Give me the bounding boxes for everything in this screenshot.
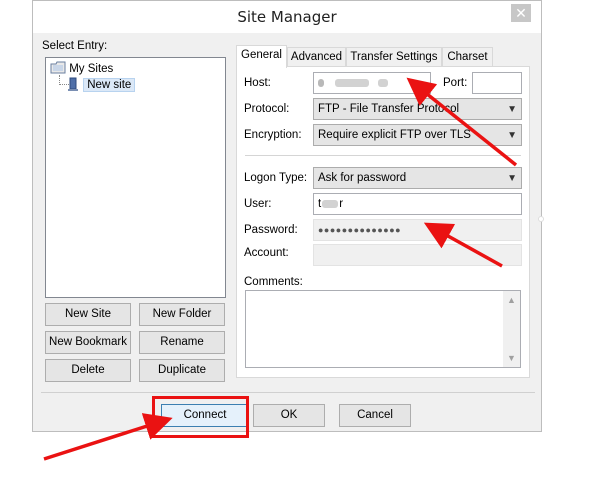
arrow-to-password bbox=[423, 222, 503, 268]
tab-general[interactable]: General bbox=[236, 45, 287, 68]
arrow-to-connect bbox=[43, 413, 173, 461]
arrow-to-host bbox=[406, 77, 518, 167]
annotation-arrows bbox=[43, 77, 518, 461]
